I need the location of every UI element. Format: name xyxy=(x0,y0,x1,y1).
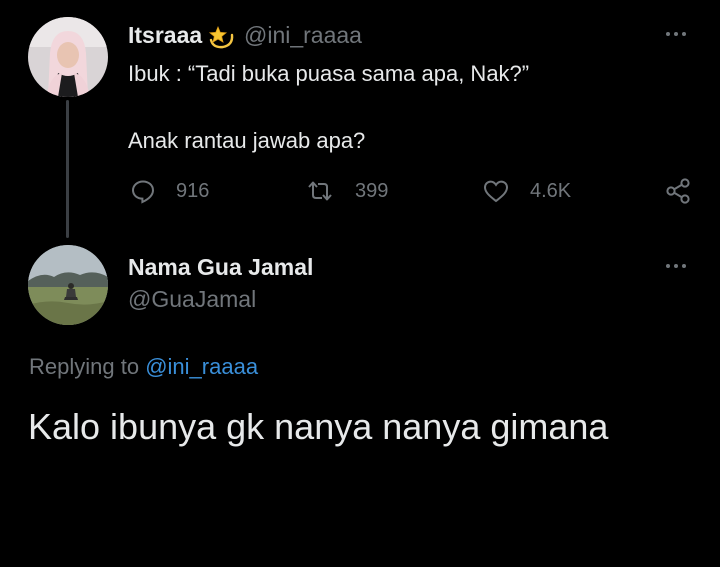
replying-to-handle-link[interactable]: @ini_raaaa xyxy=(145,354,258,379)
dot-icon xyxy=(674,264,678,268)
dot-icon xyxy=(674,32,678,36)
dizzy-star-icon xyxy=(207,24,235,50)
tweet-thread: Itsraaa @ini_raaaa Ibuk : “Tadi buka pua… xyxy=(0,0,720,567)
retweet-icon xyxy=(305,178,335,204)
replying-to-label: Replying to xyxy=(29,354,140,379)
reply-text: Kalo ibunya gk nanya nanya gimana xyxy=(28,406,609,447)
replying-to-line: Replying to @ini_raaaa xyxy=(29,354,258,380)
retweet-count: 399 xyxy=(355,179,389,202)
avatar[interactable] xyxy=(28,17,108,97)
share-button[interactable] xyxy=(664,176,692,206)
tweet-text-line-1: Ibuk : “Tadi buka puasa sama apa, Nak?” xyxy=(128,61,530,86)
share-icon xyxy=(664,177,692,205)
tweet-author-handle[interactable]: @ini_raaaa xyxy=(244,22,362,49)
author-name-text: Itsraaa xyxy=(128,22,203,48)
dot-icon xyxy=(666,264,670,268)
avatar[interactable] xyxy=(28,245,108,325)
profile-photo-itsraaa xyxy=(28,17,108,97)
reply-author-handle[interactable]: @GuaJamal xyxy=(128,286,256,313)
heart-icon xyxy=(482,178,510,204)
dot-icon xyxy=(682,32,686,36)
reply-button[interactable]: 916 xyxy=(130,176,209,206)
like-count: 4.6K xyxy=(530,179,572,202)
thread-connector-line xyxy=(66,100,69,238)
more-options-button[interactable] xyxy=(666,261,692,271)
dot-icon xyxy=(666,32,670,36)
tweet-text-line-2: Anak rantau jawab apa? xyxy=(128,128,366,153)
dot-icon xyxy=(682,264,686,268)
retweet-button[interactable]: 399 xyxy=(305,176,388,206)
profile-photo-guajamal xyxy=(28,245,108,325)
tweet-author-name[interactable]: Itsraaa xyxy=(128,22,202,49)
reply-count: 916 xyxy=(176,179,210,202)
reply-author-name[interactable]: Nama Gua Jamal xyxy=(128,254,313,281)
like-button[interactable]: 4.6K xyxy=(482,176,571,206)
comment-icon xyxy=(130,178,156,204)
more-options-button[interactable] xyxy=(666,29,692,39)
